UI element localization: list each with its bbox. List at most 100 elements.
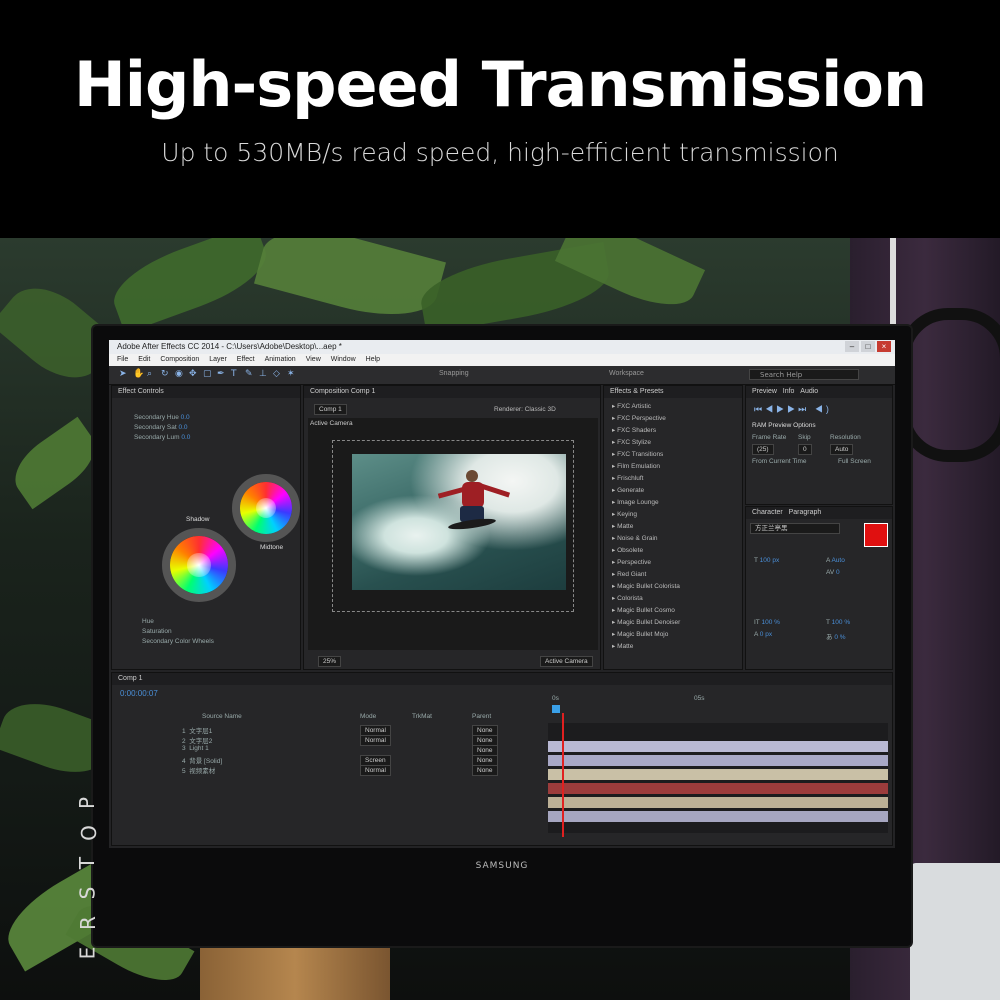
close-button[interactable]: ×: [877, 341, 891, 352]
tsume-field[interactable]: あ 0 %: [826, 631, 846, 641]
tab-audio[interactable]: Audio: [800, 388, 818, 395]
layer-row[interactable]: 4 背景 [Solid]: [182, 755, 222, 765]
leading-field[interactable]: A Auto: [826, 557, 845, 564]
layer-track-bar[interactable]: [548, 769, 888, 780]
zoom-tool-icon[interactable]: ⌕: [147, 369, 156, 380]
effects-list-item[interactable]: ▸ FXC Artistic: [612, 402, 651, 410]
from-current-time-checkbox[interactable]: From Current Time: [752, 458, 807, 465]
camera-tool-icon[interactable]: ◉: [175, 369, 184, 380]
vertical-scale-field[interactable]: IT 100 %: [754, 619, 780, 626]
timecode[interactable]: 0:00:00:07: [120, 689, 158, 698]
effects-list-item[interactable]: ▸ Obsolete: [612, 546, 643, 554]
effects-list-item[interactable]: ▸ Keying: [612, 510, 637, 518]
effects-list-item[interactable]: ▸ Magic Bullet Cosmo: [612, 606, 675, 614]
timeline-tab[interactable]: Comp 1: [112, 673, 892, 685]
horizontal-scale-field[interactable]: T 100 %: [826, 619, 850, 626]
font-size-field[interactable]: T 100 px: [754, 557, 779, 564]
frame-rate-dropdown[interactable]: (25): [752, 444, 774, 455]
skip-field[interactable]: 0: [798, 444, 812, 455]
layer-track-bar[interactable]: [548, 741, 888, 752]
snapping-label[interactable]: Snapping: [439, 370, 469, 377]
tracking-field[interactable]: AV 0: [826, 569, 840, 576]
mask-tool-icon[interactable]: ▢: [203, 369, 212, 380]
tab-preview[interactable]: Preview: [752, 388, 777, 395]
effects-list-item[interactable]: ▸ Film Emulation: [612, 462, 660, 470]
playback-controls-icon[interactable]: ⏮◀▶▶⏭ ◀): [754, 404, 832, 415]
zoom-dropdown[interactable]: 25%: [318, 656, 342, 667]
font-family-dropdown[interactable]: 方正兰亭黑: [750, 523, 840, 534]
layer-track-bar[interactable]: [548, 797, 888, 808]
effects-list-item[interactable]: ▸ Matte: [612, 522, 633, 530]
menu-help[interactable]: Help: [366, 354, 380, 366]
shadow-color-wheel[interactable]: [170, 536, 228, 594]
comp-viewer[interactable]: Active Camera: [308, 418, 598, 650]
eraser-tool-icon[interactable]: ◇: [273, 369, 282, 380]
pan-tool-icon[interactable]: ✥: [189, 369, 198, 380]
maximize-button[interactable]: □: [861, 341, 875, 352]
tab-paragraph[interactable]: Paragraph: [789, 509, 822, 516]
tab-character[interactable]: Character: [752, 509, 783, 516]
ram-preview-options[interactable]: RAM Preview Options: [752, 422, 816, 429]
menu-effect[interactable]: Effect: [237, 354, 255, 366]
layer-row[interactable]: 5 视频素材: [182, 765, 215, 775]
menu-view[interactable]: View: [306, 354, 321, 366]
clone-tool-icon[interactable]: ⊥: [259, 369, 268, 380]
layer-row[interactable]: 2 文字层2: [182, 735, 212, 745]
puppet-tool-icon[interactable]: ✶: [287, 369, 296, 380]
effects-list-item[interactable]: ▸ Perspective: [612, 558, 651, 566]
tab-info[interactable]: Info: [783, 388, 795, 395]
layer-track-bar[interactable]: [548, 811, 888, 822]
workspace-label[interactable]: Workspace: [609, 370, 644, 377]
effects-list-item[interactable]: ▸ Magic Bullet Denoiser: [612, 618, 680, 626]
effects-list-item[interactable]: ▸ Colorista: [612, 594, 643, 602]
renderer-label[interactable]: Renderer: Classic 3D: [494, 406, 556, 413]
menu-animation[interactable]: Animation: [265, 354, 296, 366]
layer-parent-dropdown[interactable]: None: [472, 765, 498, 776]
menu-file[interactable]: File: [117, 354, 128, 366]
menu-layer[interactable]: Layer: [209, 354, 227, 366]
effects-list-item[interactable]: ▸ Magic Bullet Mojo: [612, 630, 668, 638]
effects-list-item[interactable]: ▸ Matte: [612, 642, 633, 650]
playhead[interactable]: [562, 713, 564, 837]
layer-row[interactable]: 3 Light 1: [182, 745, 209, 752]
resolution-dropdown[interactable]: Auto: [830, 444, 854, 455]
selection-tool-icon[interactable]: ➤: [119, 369, 128, 380]
type-tool-icon[interactable]: T: [231, 369, 240, 380]
effects-list-item[interactable]: ▸ FXC Stylize: [612, 438, 651, 446]
effects-list-item[interactable]: ▸ Red Giant: [612, 570, 646, 578]
effects-list-item[interactable]: ▸ Magic Bullet Colorista: [612, 582, 680, 590]
minimize-button[interactable]: –: [845, 341, 859, 352]
menu-edit[interactable]: Edit: [138, 354, 150, 366]
baseline-shift-field[interactable]: A 0 px: [754, 631, 772, 638]
camera-dropdown[interactable]: Active Camera: [540, 656, 593, 667]
effects-list-item[interactable]: ▸ Generate: [612, 486, 644, 494]
layer-track-bar[interactable]: [548, 755, 888, 766]
effects-list-item[interactable]: ▸ Noise & Grain: [612, 534, 658, 542]
layer-track-bar[interactable]: [548, 783, 888, 794]
effect-controls-tab[interactable]: Effect Controls: [112, 386, 300, 398]
rotate-tool-icon[interactable]: ↻: [161, 369, 170, 380]
menu-composition[interactable]: Composition: [160, 354, 199, 366]
search-help-input[interactable]: Search Help: [749, 369, 859, 380]
composition-tab[interactable]: Composition Comp 1: [304, 386, 600, 398]
effects-list-item[interactable]: ▸ FXC Shaders: [612, 426, 656, 434]
effects-list-item[interactable]: ▸ FXC Perspective: [612, 414, 666, 422]
time-indicator-handle[interactable]: [552, 705, 560, 713]
effects-list-item[interactable]: ▸ Frischluft: [612, 474, 643, 482]
layer-mode-dropdown[interactable]: Normal: [360, 765, 391, 776]
midtone-color-wheel[interactable]: [240, 482, 292, 534]
layer-mode-dropdown[interactable]: Normal: [360, 735, 391, 746]
timeline-tracks[interactable]: [548, 723, 888, 833]
layer-row[interactable]: 1 文字层1: [182, 725, 212, 735]
full-screen-checkbox[interactable]: Full Screen: [838, 458, 871, 465]
effects-list-item[interactable]: ▸ Image Lounge: [612, 498, 659, 506]
hand-tool-icon[interactable]: ✋: [133, 369, 144, 380]
effects-list-item[interactable]: ▸ FXC Transitions: [612, 450, 663, 458]
pen-tool-icon[interactable]: ✒: [217, 369, 226, 380]
surfboard: [447, 516, 497, 532]
brush-tool-icon[interactable]: ✎: [245, 369, 254, 380]
comp-subtab[interactable]: Comp 1: [314, 404, 347, 415]
effects-presets-tab[interactable]: Effects & Presets: [604, 386, 742, 398]
fill-color-swatch[interactable]: [864, 523, 888, 547]
menu-window[interactable]: Window: [331, 354, 356, 366]
